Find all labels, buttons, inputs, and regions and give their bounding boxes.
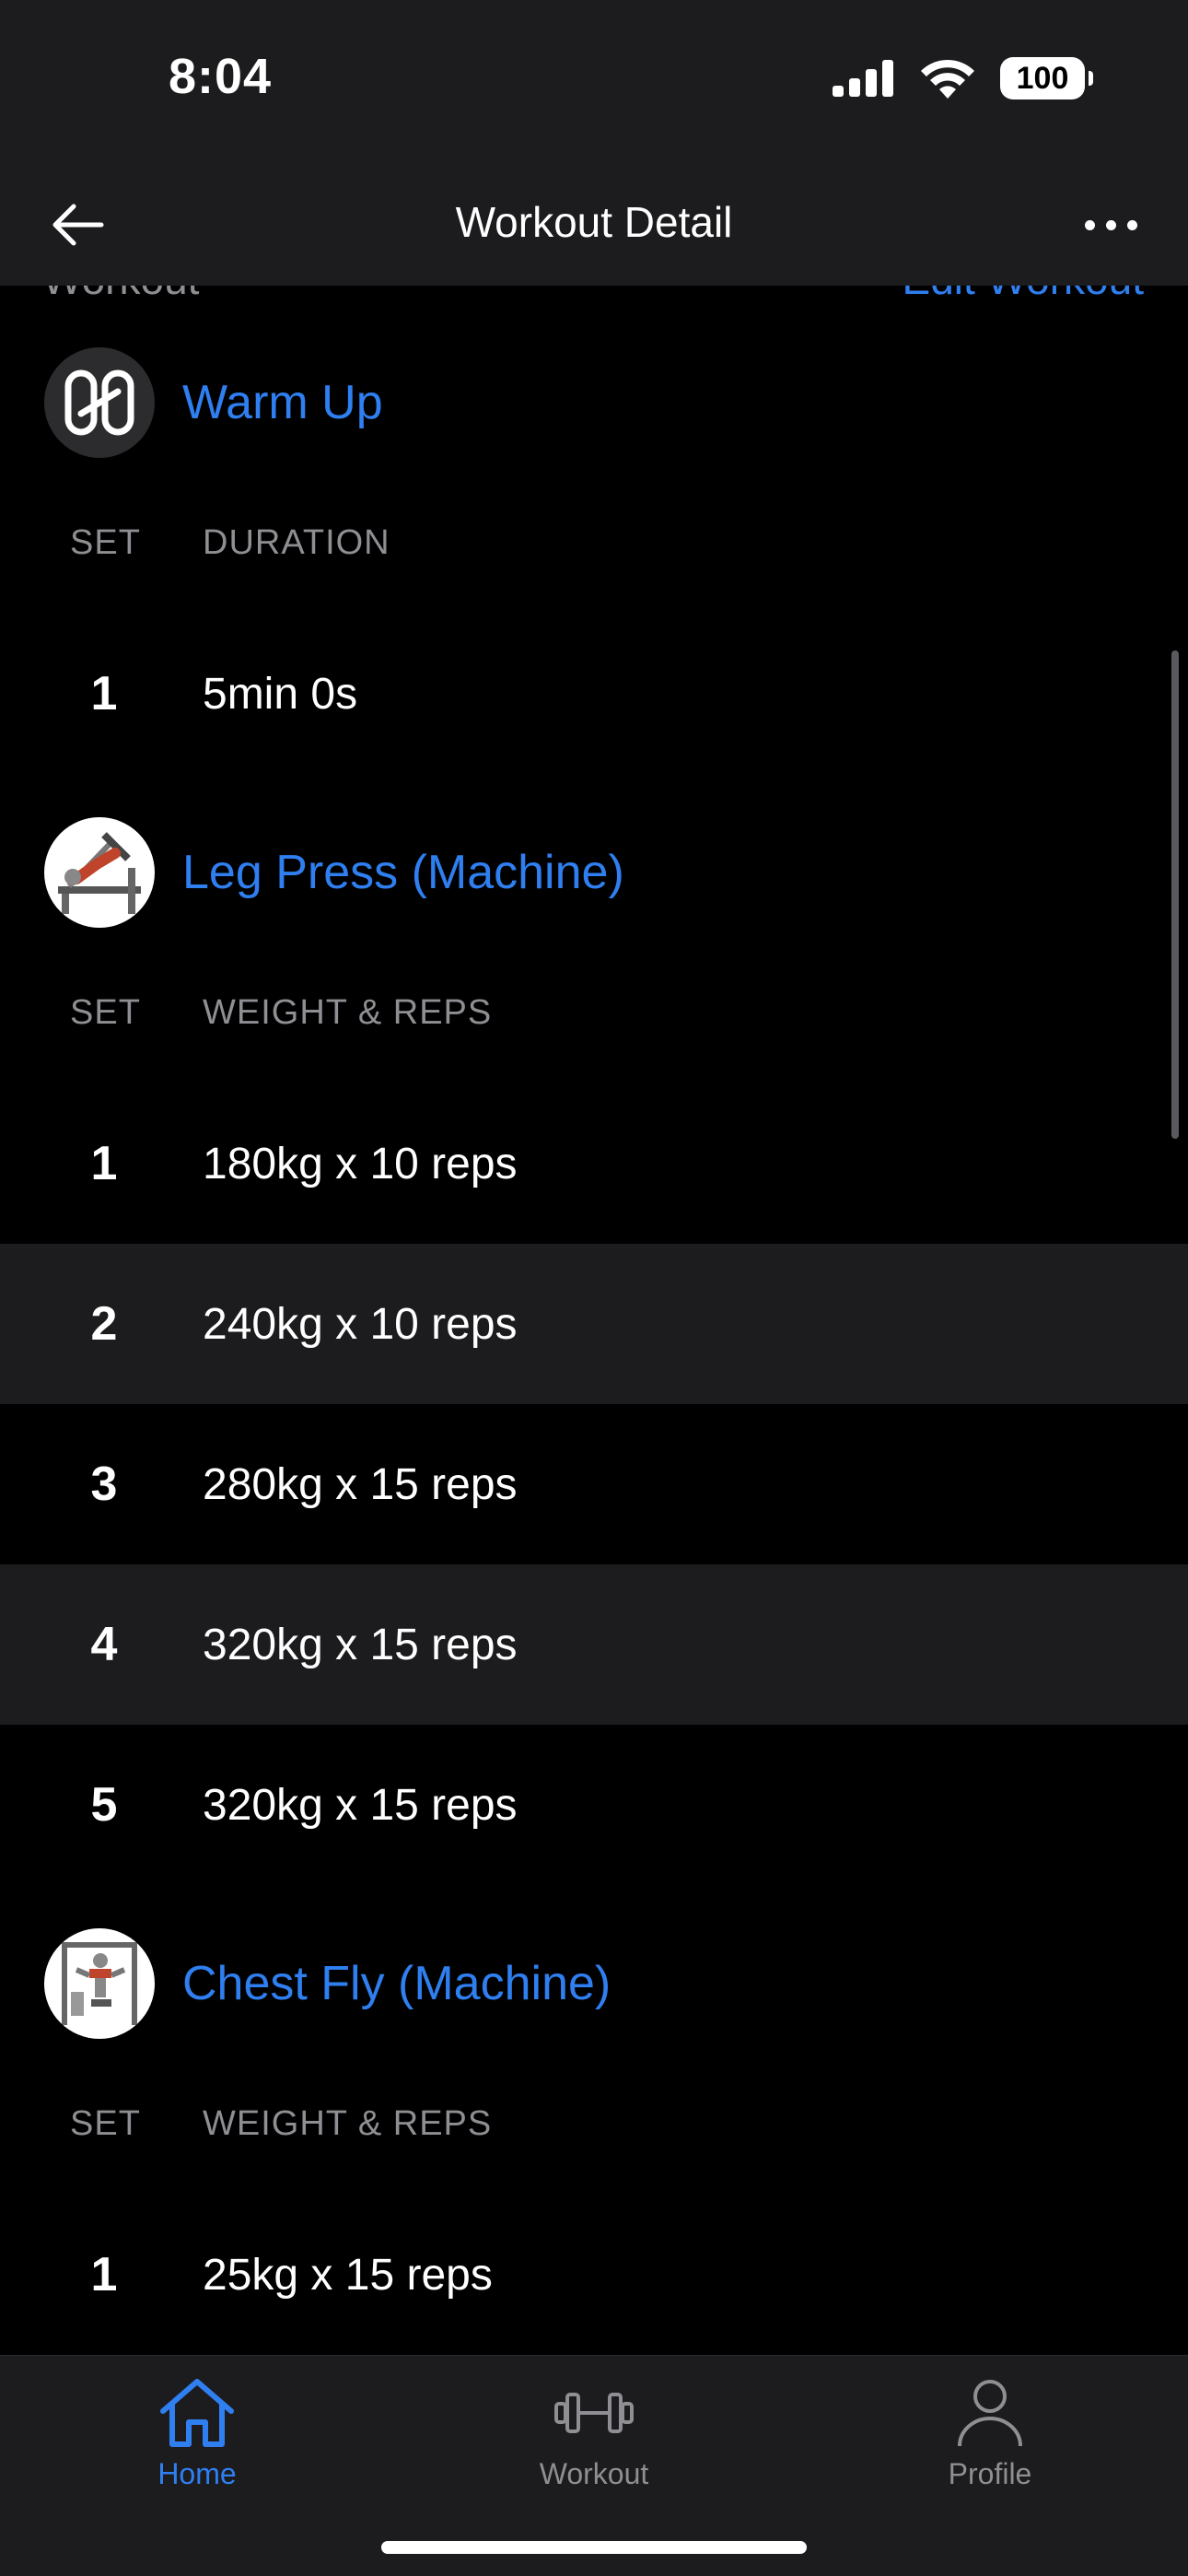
exercise-title[interactable]: Leg Press (Machine): [182, 845, 624, 900]
exercise-header[interactable]: Warm Up: [0, 343, 1188, 463]
set-number: 1: [90, 1137, 118, 1190]
set-row: 1 180kg x 10 reps: [0, 1083, 1188, 1244]
tab-profile[interactable]: Profile: [879, 2376, 1101, 2523]
weight-reps-column-header: WEIGHT & REPS: [203, 993, 493, 1032]
set-row: 2 240kg x 10 reps: [0, 1244, 1188, 1404]
exercise-header[interactable]: Leg Press (Machine): [0, 813, 1188, 932]
exercise-title[interactable]: Warm Up: [182, 375, 383, 430]
exercise-header[interactable]: Chest Fly (Machine): [0, 1924, 1188, 2043]
column-headers: SET WEIGHT & REPS: [0, 993, 1188, 1048]
top-bar: 8:04 100 Workout Detail: [0, 0, 1188, 286]
weight-reps-column-header: WEIGHT & REPS: [203, 2104, 493, 2143]
chest-fly-thumbnail: [44, 1928, 155, 2039]
more-dot: [1084, 219, 1095, 230]
tab-label: Workout: [539, 2457, 649, 2490]
set-row: 5 320kg x 15 reps: [0, 1725, 1188, 1885]
page-title: Workout Detail: [455, 198, 733, 246]
workout-detail-screen: Workout Edit Workout 8:04 100 Workout De…: [0, 0, 1188, 2576]
duration-column-header: DURATION: [203, 523, 390, 562]
set-column-header: SET: [70, 993, 141, 1032]
more-options-button[interactable]: [1074, 199, 1147, 251]
status-icons: 100: [833, 57, 1093, 100]
column-headers: SET WEIGHT & REPS: [0, 2104, 1188, 2160]
home-icon: [160, 2379, 234, 2447]
set-column-header: SET: [70, 2104, 141, 2143]
set-row: 3 280kg x 15 reps: [0, 1404, 1188, 1564]
set-number: 2: [90, 1297, 118, 1351]
column-headers: SET DURATION: [0, 523, 1188, 579]
signal-icon: [833, 60, 893, 97]
tab-workout[interactable]: Workout: [483, 2376, 705, 2523]
set-value: 180kg x 10 reps: [203, 1139, 518, 1188]
more-dot: [1105, 219, 1116, 230]
set-number: 5: [90, 1778, 118, 1832]
scrollbar[interactable]: [1171, 650, 1179, 1139]
set-value: 240kg x 10 reps: [203, 1299, 518, 1349]
set-column-header: SET: [70, 523, 141, 562]
dumbbell-icon: [554, 2393, 634, 2433]
set-number: 1: [90, 667, 118, 720]
status-time: 8:04: [169, 49, 273, 104]
more-dot: [1126, 219, 1137, 230]
stopwatch-icon: [44, 347, 155, 458]
wifi-icon: [921, 59, 974, 99]
set-row: 1 5min 0s: [0, 614, 1188, 774]
set-number: 3: [90, 1458, 118, 1511]
set-row: 4 320kg x 15 reps: [0, 1564, 1188, 1725]
battery-icon: 100: [1000, 57, 1093, 100]
tab-label: Profile: [948, 2457, 1032, 2490]
profile-icon: [958, 2380, 1022, 2447]
tab-home[interactable]: Home: [87, 2376, 308, 2523]
set-number: 1: [90, 2248, 118, 2301]
set-value: 280kg x 15 reps: [203, 1459, 518, 1509]
home-indicator: [381, 2541, 807, 2554]
set-value: 5min 0s: [203, 669, 358, 719]
set-value: 320kg x 15 reps: [203, 1620, 518, 1669]
set-number: 4: [90, 1618, 118, 1671]
set-row: 1 25kg x 15 reps: [0, 2195, 1188, 2355]
exercise-title[interactable]: Chest Fly (Machine): [182, 1956, 611, 2011]
leg-press-thumbnail: [44, 817, 155, 928]
tab-label: Home: [157, 2457, 237, 2490]
set-value: 320kg x 15 reps: [203, 1780, 518, 1830]
set-value: 25kg x 15 reps: [203, 2250, 493, 2300]
